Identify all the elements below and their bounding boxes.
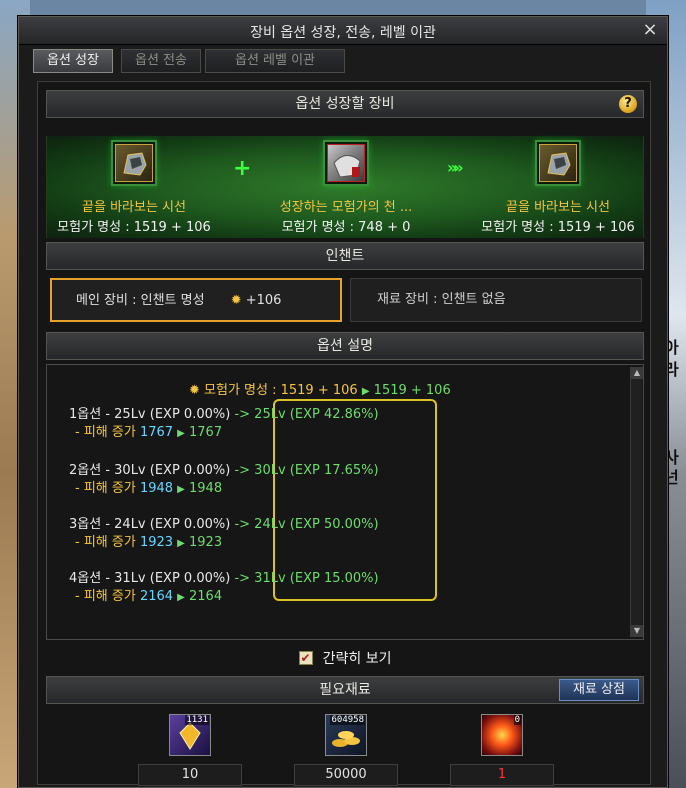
simple-view-row: ✔ 간략히 보기: [38, 648, 652, 668]
close-icon[interactable]: ×: [639, 19, 661, 41]
fame-summary: ✹ 모험가 명성 : 1519 + 106 ▶ 1519 + 106: [189, 379, 451, 398]
option-row-4: 4옵션 - 31Lv (EXP 0.00%) -> 31Lv (EXP 15.0…: [69, 567, 379, 586]
option-result: 24Lv (EXP 50.00%): [254, 517, 379, 532]
fame-label: 모험가 명성 : 1519 + 106: [204, 383, 358, 398]
fame-icon: ✹: [189, 383, 200, 398]
main-item-stat: 모험가 명성 : 1519 + 106: [57, 220, 211, 235]
tab-option-transfer[interactable]: 옵션 전송: [121, 49, 201, 73]
option-sub-to: 1767: [189, 425, 223, 440]
option-arrow: ->: [234, 407, 251, 422]
fame-icon: ✹: [230, 293, 242, 308]
option-line: 3옵션 - 24Lv (EXP 0.00%): [69, 517, 231, 532]
material-required-value: 10: [138, 764, 242, 786]
option-sub-from: 1767: [139, 425, 174, 440]
option-sub-from: 2164: [139, 589, 174, 604]
option-row-1: 1옵션 - 25Lv (EXP 0.00%) -> 25Lv (EXP 42.8…: [69, 403, 379, 422]
main-item-name: 끝을 바라보는 시선: [82, 200, 186, 215]
option-result: 31Lv (EXP 15.00%): [254, 571, 379, 586]
material-enchant-box[interactable]: 재료 장비 : 인챈트 없음: [350, 278, 642, 322]
enchant-section-header: 인챈트: [46, 242, 644, 270]
gold-crystal-icon: 1131: [169, 714, 211, 756]
material-item-2: 604958 50000: [294, 714, 398, 786]
main-enchant-value: +106: [245, 293, 282, 308]
option-sub-to: 1923: [189, 535, 223, 550]
growth-section-title: 옵션 성장할 장비: [295, 96, 395, 112]
option-result: 25Lv (EXP 42.86%): [254, 407, 379, 422]
option-arrow: ->: [234, 571, 251, 586]
option-sub-label: - 피해 증가: [75, 425, 136, 440]
option-arrow: ->: [234, 463, 251, 478]
growth-section-header: 옵션 성장할 장비 ?: [46, 90, 644, 118]
equipment-option-window: 장비 옵션 성장, 전송, 레벨 이관 × 옵션 성장 옵션 전송 옵션 레벨 …: [18, 16, 668, 788]
option-row-2: 2옵션 - 30Lv (EXP 0.00%) -> 30Lv (EXP 17.6…: [69, 459, 379, 478]
option-sub-label: - 피해 증가: [75, 481, 136, 496]
helmet-icon: [115, 144, 153, 182]
option-line: 2옵션 - 30Lv (EXP 0.00%): [69, 463, 231, 478]
option-sub-row-3: - 피해 증가 1923 ▶ 1923: [75, 531, 222, 550]
material-store-button[interactable]: 재료 상점: [559, 679, 639, 701]
materials-title: 필요재료: [319, 682, 371, 698]
help-icon[interactable]: ?: [619, 95, 637, 113]
triangle-right-icon: ▶: [177, 538, 185, 549]
material-required-value: 50000: [294, 764, 398, 786]
fame-result: 1519 + 106: [373, 383, 451, 398]
scroll-down-icon[interactable]: ▼: [631, 625, 643, 637]
option-sub-row-1: - 피해 증가 1767 ▶ 1767: [75, 421, 222, 440]
triangle-right-icon: ▶: [177, 484, 185, 495]
simple-view-checkbox[interactable]: ✔: [298, 651, 313, 665]
option-line: 4옵션 - 31Lv (EXP 0.00%): [69, 571, 231, 586]
option-sub-to: 1948: [189, 481, 223, 496]
option-sub-label: - 피해 증가: [75, 535, 136, 550]
option-sub-row-2: - 피해 증가 1948 ▶ 1948: [75, 477, 222, 496]
main-enchant-box[interactable]: 메인 장비 : 인챈트 명성 ✹ +106: [50, 278, 342, 322]
material-count: 604958: [330, 715, 365, 725]
helmet-icon: [539, 144, 577, 182]
scroll-up-icon[interactable]: ▲: [631, 367, 643, 379]
arrow-right-icon: »»: [447, 158, 464, 177]
material-enchant-label: 재료 장비 : 인챈트 없음: [377, 292, 506, 307]
materials-section-header: 필요재료 재료 상점: [46, 676, 644, 704]
result-equipment-slot: [535, 140, 581, 186]
material-equipment-slot[interactable]: [323, 140, 369, 186]
plus-icon: +: [233, 156, 252, 181]
material-item-name: 성장하는 모험가의 천 ...: [279, 200, 413, 215]
red-orb-icon: 0: [481, 714, 523, 756]
material-item-stat: 모험가 명성 : 748 + 0: [281, 220, 411, 235]
option-section-header: 옵션 설명: [46, 332, 644, 360]
title-bar[interactable]: 장비 옵션 성장, 전송, 레벨 이관 ×: [19, 17, 667, 45]
gold-coins-icon: 604958: [325, 714, 367, 756]
triangle-right-icon: ▶: [177, 592, 185, 603]
option-description-area: ✹ 모험가 명성 : 1519 + 106 ▶ 1519 + 106 1옵션 -…: [46, 364, 644, 640]
armor-icon: [327, 144, 365, 182]
tab-option-growth[interactable]: 옵션 성장: [33, 49, 113, 73]
material-item-3: 0 1: [450, 714, 554, 786]
option-sub-to: 2164: [189, 589, 223, 604]
main-enchant-label: 메인 장비 : 인챈트 명성: [76, 293, 205, 308]
option-arrow: ->: [234, 517, 251, 532]
tab-option-level-transfer[interactable]: 옵션 레벨 이관: [205, 49, 345, 73]
triangle-right-icon: ▶: [177, 428, 185, 439]
simple-view-label[interactable]: 간략히 보기: [323, 648, 392, 668]
result-item-stat: 모험가 명성 : 1519 + 106: [481, 220, 635, 235]
option-sub-from: 1923: [139, 535, 174, 550]
triangle-right-icon: ▶: [361, 386, 370, 397]
option-result: 30Lv (EXP 17.65%): [254, 463, 379, 478]
option-sub-row-4: - 피해 증가 2164 ▶ 2164: [75, 585, 222, 604]
main-equipment-slot[interactable]: [111, 140, 157, 186]
material-required-value: 1: [450, 764, 554, 786]
material-item-1: 1131 10: [138, 714, 242, 786]
description-scrollbar[interactable]: ▲ ▼: [630, 367, 643, 637]
option-sub-label: - 피해 증가: [75, 589, 136, 604]
option-row-3: 3옵션 - 24Lv (EXP 0.00%) -> 24Lv (EXP 50.0…: [69, 513, 379, 532]
material-count: 0: [513, 715, 521, 725]
growth-panel: + »» 끝을 바라보는 시선 모험가 명성 : 1519 + 106 성장하는…: [46, 136, 644, 238]
main-content: 옵션 성장할 장비 ? + »» 끝을 바라보는 시선 모험가 명성: 151…: [37, 81, 652, 786]
option-line: 1옵션 - 25Lv (EXP 0.00%): [69, 407, 231, 422]
window-title: 장비 옵션 성장, 전송, 레벨 이관: [250, 25, 436, 41]
result-item-name: 끝을 바라보는 시선: [506, 200, 610, 215]
option-sub-from: 1948: [139, 481, 174, 496]
material-count: 1131: [185, 715, 209, 725]
